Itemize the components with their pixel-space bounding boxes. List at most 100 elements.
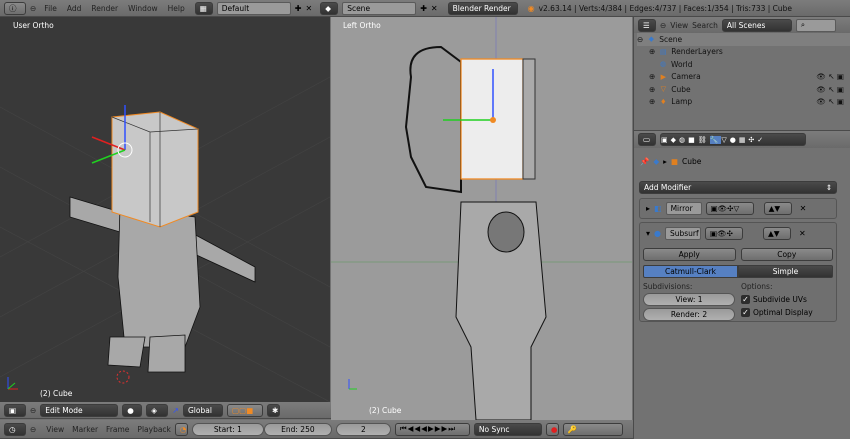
subsurf-modifier-icon: ●	[654, 229, 661, 238]
remove-layout-icon[interactable]: ✕	[305, 4, 312, 13]
menu-frame[interactable]: Frame	[106, 425, 129, 434]
subsurf-name-field[interactable]: Subsurf	[665, 227, 701, 240]
options-label: Options:	[741, 282, 773, 291]
camera-icon: ▶	[660, 72, 666, 81]
pin-icon[interactable]: 📌	[640, 157, 649, 166]
lamp-icon: ♦	[660, 97, 667, 106]
remove-modifier-icon[interactable]: ✕	[799, 229, 806, 238]
shading-select[interactable]: ●	[122, 403, 143, 417]
properties-header: ▭ ▣◆◍■⛓ 🔧 ▽●▦✣✓	[634, 131, 850, 148]
remove-scene-icon[interactable]: ✕	[431, 4, 438, 13]
layout-selector-icon[interactable]: ▦	[194, 1, 213, 15]
scene-field[interactable]: Scene	[342, 1, 417, 15]
menu-view[interactable]: View	[46, 425, 64, 434]
object-icon: ■	[670, 157, 678, 166]
outliner-header: ☰ ⊖ View Search All Scenes ⌕	[634, 17, 850, 33]
display-mode-select[interactable]: All Scenes	[721, 18, 792, 32]
tree-item-world[interactable]: ◍ World	[637, 58, 850, 71]
collapse-menu-icon[interactable]: ⊖	[660, 21, 666, 30]
remove-modifier-icon[interactable]: ✕	[800, 204, 807, 213]
scene-icon: ◆	[653, 157, 660, 166]
pivot-select[interactable]: ◈	[146, 403, 169, 417]
active-object-label: (2) Cube	[40, 389, 73, 398]
editor-type-3dview-button[interactable]: ▣	[4, 403, 26, 417]
add-scene-icon[interactable]: ✚	[420, 4, 427, 13]
menu-view[interactable]: View	[670, 21, 688, 30]
preview-range-icon[interactable]: ◔	[174, 422, 188, 436]
tree-item-lamp[interactable]: ⊕ ♦ Lamp 👁 ↖ ▣	[637, 96, 850, 109]
editor-type-properties-button[interactable]: ▭	[638, 133, 656, 146]
editor-type-outliner-button[interactable]: ☰	[638, 18, 656, 32]
search-input[interactable]: ⌕	[795, 18, 836, 32]
tree-item-camera[interactable]: ⊕ ▶ Camera 👁 ↖ ▣	[637, 71, 850, 84]
collapse-icon[interactable]: ▾	[646, 229, 650, 238]
subsurf-modifier-panel: ▾ ● Subsurf ▣👁✣ ▲▼ ✕ Apply Copy Catmull-…	[639, 222, 837, 322]
mirror-name-field[interactable]: Mirror	[665, 202, 702, 215]
apply-button[interactable]: Apply	[643, 248, 736, 261]
context-tabs[interactable]: ▣◆◍■⛓ 🔧 ▽●▦✣✓	[660, 133, 806, 146]
mirror-visibility-toggles[interactable]: ▣👁✣▽	[705, 202, 754, 215]
viewport-user-ortho[interactable]: User Ortho (2) Cube	[0, 17, 330, 402]
editor-type-info-button[interactable]: ⓘ	[4, 1, 26, 15]
select-mode-buttons[interactable]: ▢▢■	[227, 403, 263, 417]
tree-item-renderlayers[interactable]: ⊕ ▤ RenderLayers	[637, 46, 850, 59]
current-frame-field[interactable]: 2	[335, 422, 391, 436]
editor-type-timeline-button[interactable]: ◷	[4, 422, 26, 436]
start-frame-field[interactable]: Start: 1	[191, 422, 264, 436]
playback-controls[interactable]: ⏮◀◀◀▶▶▶⏭	[394, 422, 470, 436]
mirror-modifier-panel: ▸ ◧ Mirror ▣👁✣▽ ▲▼ ✕	[639, 198, 837, 219]
world-icon: ◍	[659, 60, 667, 69]
scene-selector-icon[interactable]: ◆	[320, 1, 339, 15]
layout-field[interactable]: Default	[216, 1, 291, 15]
collapse-menu-icon[interactable]: ⊖	[30, 4, 36, 13]
menu-add[interactable]: Add	[67, 4, 82, 13]
render-engine-select[interactable]: Blender Render	[447, 1, 518, 15]
menu-render[interactable]: Render	[91, 4, 118, 13]
keying-set-field[interactable]: 🔑	[562, 422, 623, 436]
view-levels-field[interactable]: View: 1	[643, 293, 735, 306]
record-button[interactable]: ●	[545, 422, 559, 436]
mirror-modifier-icon: ◧	[654, 204, 662, 213]
viewport-left-ortho[interactable]: Left Ortho (2) Cube	[331, 17, 632, 420]
character-mesh-perspective	[0, 76, 330, 402]
properties-editor: ▭ ▣◆◍■⛓ 🔧 ▽●▦✣✓ 📌 ◆ ▸ ■ Cube Add Modifier ⇕ ▸ ◧…	[633, 130, 850, 439]
add-modifier-select[interactable]: Add Modifier ⇕	[639, 181, 837, 194]
view3d-header: ▣ ⊖ Edit Mode ● ◈ ↗ Global ▢▢■ ✱	[0, 402, 331, 419]
stats-text: v2.63.14 | Verts:4/384 | Edges:4/737 | F…	[538, 3, 793, 13]
menu-help[interactable]: Help	[168, 4, 185, 13]
simple-option[interactable]: Simple	[738, 265, 833, 278]
subdivide-uvs-checkbox[interactable]: ✓ Subdivide UVs	[741, 295, 833, 304]
blender-logo-icon: ◉	[527, 3, 535, 13]
character-mesh-side	[331, 17, 632, 420]
collapse-menu-icon[interactable]: ⊖	[30, 425, 36, 434]
optimal-display-checkbox[interactable]: ✓ Optimal Display	[741, 308, 833, 317]
copy-button[interactable]: Copy	[740, 248, 833, 261]
end-frame-field[interactable]: End: 250	[263, 422, 332, 436]
menu-window[interactable]: Window	[128, 4, 158, 13]
move-buttons[interactable]: ▲▼	[763, 202, 792, 215]
timeline-header: ◷ ⊖ View Marker Frame Playback ◔ Start: …	[0, 420, 633, 439]
manipulator-icon[interactable]: ↗	[172, 406, 179, 415]
catmull-clark-option[interactable]: Catmull-Clark	[643, 265, 738, 278]
mesh-icon: ▽	[660, 85, 666, 94]
menu-file[interactable]: File	[44, 4, 57, 13]
menu-search[interactable]: Search	[692, 21, 718, 30]
outliner: ☰ ⊖ View Search All Scenes ⌕ ⊖ ◆ Scene ⊕ ▤ R…	[633, 17, 850, 130]
sync-select[interactable]: No Sync	[473, 422, 542, 436]
render-levels-field[interactable]: Render: 2	[643, 308, 735, 321]
tree-item-cube[interactable]: ⊕ ▽ Cube 👁 ↖ ▣	[637, 83, 850, 96]
subdivisions-label: Subdivisions:	[643, 282, 693, 291]
orientation-select[interactable]: Global	[183, 403, 223, 417]
add-layout-icon[interactable]: ✚	[295, 4, 302, 13]
subsurf-visibility-toggles[interactable]: ▣👁✣	[705, 227, 743, 240]
collapse-menu-icon[interactable]: ⊖	[30, 406, 36, 415]
move-buttons[interactable]: ▲▼	[763, 227, 791, 240]
menu-playback[interactable]: Playback	[137, 425, 170, 434]
menu-marker[interactable]: Marker	[72, 425, 98, 434]
scene-icon: ◆	[648, 35, 654, 44]
mode-select[interactable]: Edit Mode	[40, 403, 119, 417]
breadcrumb: 📌 ◆ ▸ ■ Cube	[640, 157, 702, 166]
limit-visible-icon[interactable]: ✱	[267, 403, 280, 417]
expand-icon[interactable]: ▸	[646, 204, 650, 213]
tree-item-scene[interactable]: ⊖ ◆ Scene	[637, 33, 850, 46]
